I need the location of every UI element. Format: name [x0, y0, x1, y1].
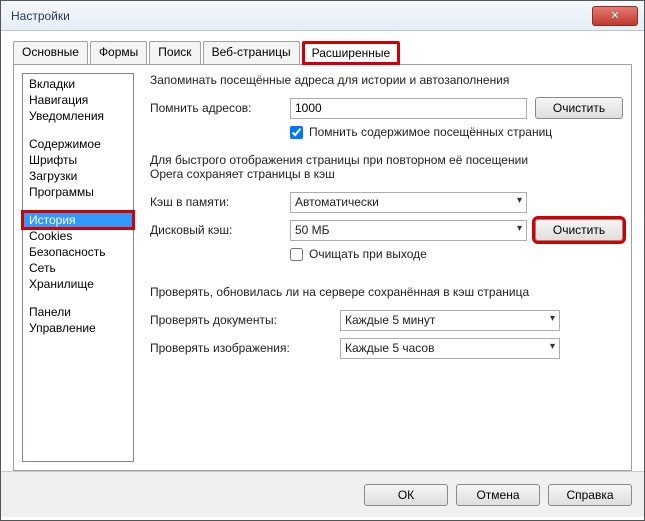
history-description: Запоминать посещённые адреса для истории…	[150, 73, 623, 87]
sidebar-item-manage[interactable]: Управление	[23, 320, 133, 336]
ok-button[interactable]: ОК	[364, 484, 448, 506]
tab-strip: Основные Формы Поиск Веб-страницы Расшир…	[13, 41, 632, 65]
window-title: Настройки	[11, 9, 592, 23]
sidebar-item-programs[interactable]: Программы	[23, 184, 133, 200]
close-button[interactable]: ✕	[592, 6, 638, 26]
sidebar-item-navigation[interactable]: Навигация	[23, 92, 133, 108]
sidebar: Вкладки Навигация Уведомления Содержимое…	[22, 73, 134, 462]
clear-history-button[interactable]: Очистить	[535, 97, 623, 119]
tab-search[interactable]: Поиск	[149, 41, 200, 65]
tab-advanced[interactable]: Расширенные	[302, 41, 401, 65]
help-button[interactable]: Справка	[548, 484, 632, 506]
sidebar-item-content[interactable]: Содержимое	[23, 136, 133, 152]
sidebar-item-security[interactable]: Безопасность	[23, 244, 133, 260]
remember-addresses-input[interactable]	[290, 98, 527, 119]
memory-cache-label: Кэш в памяти:	[150, 195, 290, 209]
memory-cache-combo[interactable]: Автоматически	[290, 192, 527, 213]
close-icon: ✕	[610, 9, 619, 22]
sidebar-item-history[interactable]: История	[23, 212, 133, 228]
tab-panel-advanced: Вкладки Навигация Уведомления Содержимое…	[13, 64, 632, 471]
cancel-button[interactable]: Отмена	[456, 484, 540, 506]
sidebar-item-notifications[interactable]: Уведомления	[23, 108, 133, 124]
check-documents-label: Проверять документы:	[150, 313, 340, 327]
sidebar-item-fonts[interactable]: Шрифты	[23, 152, 133, 168]
tab-forms[interactable]: Формы	[90, 41, 147, 65]
remember-content-checkbox[interactable]	[290, 126, 303, 139]
disk-cache-label: Дисковый кэш:	[150, 223, 290, 237]
clear-on-exit-checkbox[interactable]	[290, 248, 303, 261]
sidebar-item-network[interactable]: Сеть	[23, 260, 133, 276]
check-images-label: Проверять изображения:	[150, 341, 340, 355]
check-images-value: Каждые 5 часов	[345, 341, 434, 355]
check-documents-value: Каждые 5 минут	[345, 313, 435, 327]
check-description: Проверять, обновилась ли на сервере сохр…	[150, 285, 623, 299]
check-documents-combo[interactable]: Каждые 5 минут	[340, 310, 560, 331]
clear-on-exit-label: Очищать при выходе	[309, 247, 427, 261]
remember-content-label: Помнить содержимое посещённых страниц	[309, 125, 552, 139]
check-images-combo[interactable]: Каждые 5 часов	[340, 338, 560, 359]
sidebar-item-cookies[interactable]: Cookies	[23, 228, 133, 244]
tab-webpages[interactable]: Веб-страницы	[203, 41, 300, 65]
memory-cache-value: Автоматически	[295, 195, 379, 209]
sidebar-item-downloads[interactable]: Загрузки	[23, 168, 133, 184]
cache-description-1: Для быстрого отображения страницы при по…	[150, 153, 623, 167]
remember-addresses-label: Помнить адресов:	[150, 101, 290, 115]
disk-cache-combo[interactable]: 50 МБ	[290, 220, 527, 241]
titlebar: Настройки ✕	[1, 1, 644, 31]
tab-basic[interactable]: Основные	[13, 41, 88, 65]
sidebar-item-panels[interactable]: Панели	[23, 304, 133, 320]
sidebar-item-tabs[interactable]: Вкладки	[23, 76, 133, 92]
disk-cache-value: 50 МБ	[295, 223, 330, 237]
sidebar-item-storage[interactable]: Хранилище	[23, 276, 133, 292]
settings-main: Запоминать посещённые адреса для истории…	[150, 73, 623, 462]
cache-description-2: Opera сохраняет страницы в кэш	[150, 167, 623, 181]
clear-disk-cache-button[interactable]: Очистить	[535, 219, 623, 241]
dialog-footer: ОК Отмена Справка	[1, 471, 644, 517]
